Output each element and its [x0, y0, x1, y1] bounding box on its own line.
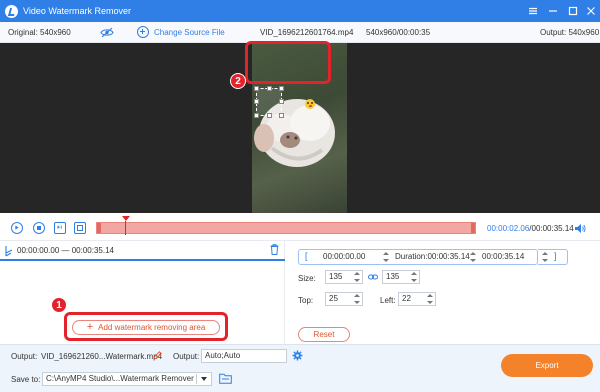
- eye-icon[interactable]: [100, 27, 114, 38]
- trim-duration-field[interactable]: Duration:00:00:35.14: [395, 250, 470, 264]
- volume-icon[interactable]: [574, 223, 586, 234]
- source-filename: VID_1696212601764.mp4: [260, 28, 354, 37]
- save-to-label: Save to:: [11, 375, 41, 384]
- watermark-selection-box[interactable]: [254, 86, 284, 118]
- width-value: 135: [329, 272, 343, 281]
- minimize-icon[interactable]: [546, 4, 560, 18]
- title-bar: Video Watermark Remover: [0, 0, 600, 22]
- time-readout: 00:00:02.06/00:00:35.14: [487, 224, 574, 233]
- app-title: Video Watermark Remover: [23, 6, 132, 16]
- trim-start-bracket-icon[interactable]: [: [305, 250, 308, 264]
- top-field[interactable]: 25: [325, 292, 363, 306]
- size-label: Size:: [298, 274, 316, 283]
- export-button[interactable]: Export: [501, 354, 593, 377]
- left-label: Left:: [380, 296, 396, 305]
- width-stepper[interactable]: [354, 271, 360, 283]
- callout-badge-2: 2: [230, 73, 246, 89]
- left-field[interactable]: 22: [398, 292, 436, 306]
- trim-end-cap: ]: [538, 249, 568, 265]
- play-button[interactable]: [11, 222, 23, 234]
- maximize-icon[interactable]: [566, 4, 580, 18]
- loop-button[interactable]: [74, 222, 86, 234]
- trim-start-field[interactable]: 00:00:00.00: [323, 250, 365, 264]
- app-logo-icon: [5, 4, 18, 18]
- link-icon[interactable]: [368, 274, 378, 280]
- info-bar: Original: 540x960 Change Source File VID…: [0, 22, 600, 43]
- playhead-marker[interactable]: [122, 216, 130, 221]
- folder-icon[interactable]: [219, 373, 232, 384]
- save-path-dropdown[interactable]: C:\AnyMP4 Studio\...Watermark Remover: [42, 372, 212, 386]
- trim-end-handle[interactable]: [471, 223, 475, 233]
- segment-time-range: 00:00:00.00 — 00:00:35.14: [17, 246, 114, 255]
- trim-start-handle[interactable]: [97, 223, 101, 233]
- output-label: Output:: [11, 352, 38, 361]
- resolution-duration: 540x960/00:00:35: [366, 28, 431, 37]
- callout-box-selection: [245, 41, 331, 84]
- playhead-line: [125, 221, 126, 235]
- menu-icon[interactable]: [526, 4, 540, 18]
- trim-end-field[interactable]: 00:00:35.14: [482, 250, 524, 264]
- callout-badge-1: 1: [51, 297, 67, 313]
- left-stepper[interactable]: [427, 293, 433, 305]
- trim-time-row: [ 00:00:00.00 Duration:00:00:35.14 00:00…: [298, 249, 538, 265]
- timeline-bar: 00:00:02.06/00:00:35.14: [0, 213, 600, 241]
- chevron-down-icon[interactable]: [201, 377, 207, 381]
- width-field[interactable]: 135: [325, 270, 363, 284]
- height-value: 135: [386, 272, 400, 281]
- height-stepper[interactable]: [411, 271, 417, 283]
- total-time: /00:00:35.14: [529, 224, 574, 233]
- pencil-icon[interactable]: [153, 351, 162, 360]
- output-settings-value: Auto;Auto: [205, 351, 241, 360]
- output-settings-label: Output:: [173, 352, 200, 361]
- callout-box-add-area: [64, 312, 228, 341]
- timeline-track[interactable]: [96, 222, 476, 234]
- emoji-watermark: [305, 99, 315, 109]
- top-value: 25: [329, 294, 338, 303]
- output-settings-field[interactable]: Auto;Auto: [201, 349, 287, 363]
- top-label: Top:: [298, 296, 314, 305]
- top-stepper[interactable]: [354, 293, 360, 305]
- output-filename: VID_169621260...Watermark.mp4: [41, 352, 163, 361]
- current-time: 00:00:02.06: [487, 224, 530, 233]
- stop-button[interactable]: [33, 222, 45, 234]
- original-resolution: Original: 540x960: [8, 28, 71, 37]
- output-resolution: Output: 540x960: [540, 28, 600, 37]
- left-value: 22: [402, 294, 411, 303]
- change-source-file-link[interactable]: Change Source File: [154, 28, 225, 37]
- trim-duration-stepper[interactable]: [470, 251, 476, 263]
- segment-row[interactable]: 00:00:00.00 — 00:00:35.14: [0, 241, 285, 261]
- trash-icon[interactable]: [270, 244, 279, 255]
- next-frame-button[interactable]: [54, 222, 66, 234]
- height-field[interactable]: 135: [382, 270, 420, 284]
- reset-button[interactable]: Reset: [298, 327, 350, 342]
- plus-circle-icon[interactable]: [137, 26, 149, 38]
- trim-end-stepper[interactable]: [542, 251, 548, 263]
- trim-end-bracket-icon[interactable]: ]: [554, 250, 557, 264]
- segment-marker-icon: [5, 246, 13, 257]
- close-icon[interactable]: [584, 4, 598, 18]
- gear-icon[interactable]: [292, 350, 303, 361]
- trim-start-stepper[interactable]: [383, 251, 389, 263]
- save-path-value: C:\AnyMP4 Studio\...Watermark Remover: [46, 374, 194, 383]
